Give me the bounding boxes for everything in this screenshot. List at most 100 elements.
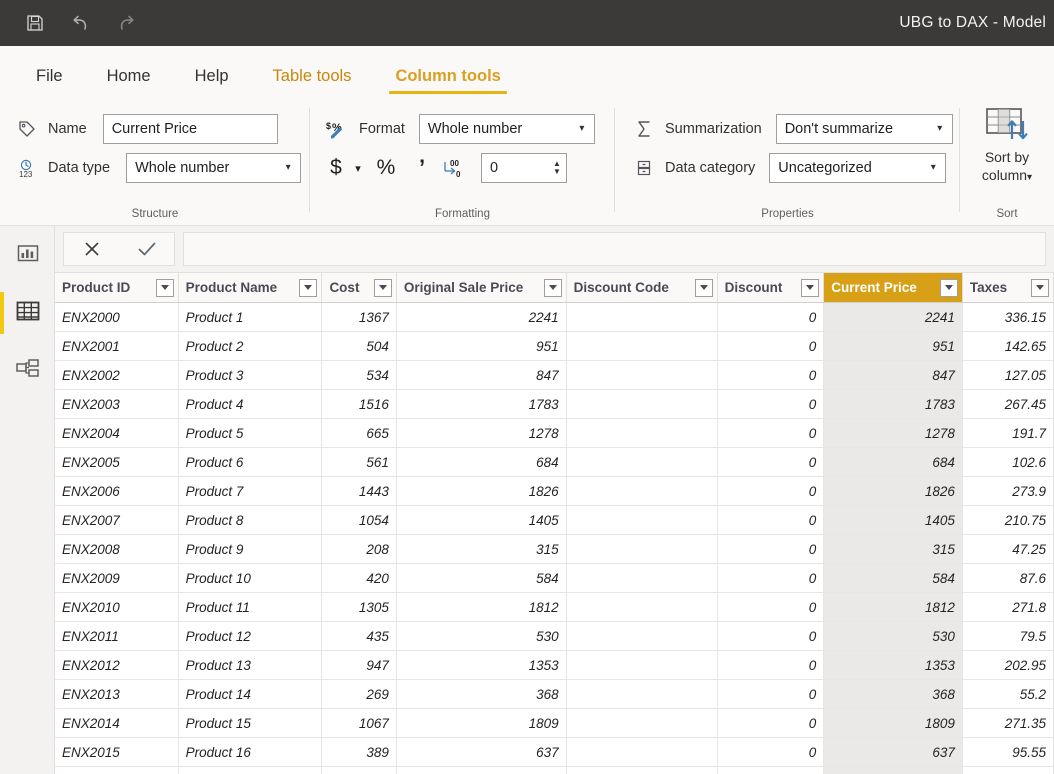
table-row[interactable]: ENX2006 Product 7 1443 1826 0 1826 273.9 (55, 476, 1054, 506)
column-header-discount-code[interactable]: Discount Code (566, 272, 718, 303)
table-cell[interactable]: 0 (717, 302, 825, 332)
filter-dropdown-icon[interactable] (694, 278, 713, 297)
table-cell[interactable]: 1443 (321, 476, 397, 506)
tab-table-tools[interactable]: Table tools (251, 67, 374, 98)
table-cell[interactable]: 95.55 (962, 737, 1054, 767)
table-cell[interactable]: ENX2005 (55, 447, 179, 477)
table-cell[interactable]: ENX2015 (55, 737, 179, 767)
filter-dropdown-icon[interactable] (801, 278, 820, 297)
decimal-places-input[interactable]: 0 ▲ ▼ (481, 153, 567, 183)
table-cell[interactable]: ENX2014 (55, 708, 179, 738)
table-cell[interactable] (566, 447, 718, 477)
table-cell[interactable]: 1367 (321, 302, 397, 332)
table-row[interactable]: ENX2007 Product 8 1054 1405 0 1405 210.75 (55, 505, 1054, 535)
table-cell[interactable] (717, 766, 825, 774)
table-cell[interactable] (566, 418, 718, 448)
table-cell[interactable]: ENX2000 (55, 302, 179, 332)
sidebar-item-report-view[interactable] (0, 226, 55, 284)
table-cell[interactable]: ENX2003 (55, 389, 179, 419)
table-row[interactable]: ENX2001 Product 2 504 951 0 951 142.65 (55, 331, 1054, 361)
table-row[interactable]: ENX2013 Product 14 269 368 0 368 55.2 (55, 679, 1054, 709)
table-cell[interactable]: 127.05 (962, 360, 1054, 390)
table-cell[interactable] (566, 476, 718, 506)
filter-dropdown-icon[interactable] (373, 278, 392, 297)
tab-home[interactable]: Home (85, 67, 173, 98)
table-cell[interactable]: 315 (396, 534, 567, 564)
table-cell[interactable]: 0 (717, 360, 825, 390)
table-cell[interactable]: 0 (717, 476, 825, 506)
table-cell[interactable] (566, 679, 718, 709)
summarization-select[interactable]: Don't summarize ▾ (775, 114, 953, 144)
table-cell[interactable]: 87.6 (962, 563, 1054, 593)
table-cell[interactable] (566, 389, 718, 419)
filter-dropdown-icon[interactable] (939, 278, 958, 297)
table-cell[interactable]: Product 5 (178, 418, 323, 448)
table-cell[interactable]: 530 (823, 621, 963, 651)
column-header-cost[interactable]: Cost (321, 272, 397, 303)
table-row[interactable]: ENX2002 Product 3 534 847 0 847 127.05 (55, 360, 1054, 390)
table-cell[interactable]: ENX2012 (55, 650, 179, 680)
table-cell[interactable]: 1353 (823, 650, 963, 680)
table-cell[interactable]: ENX2009 (55, 563, 179, 593)
table-cell[interactable]: Product 1 (178, 302, 323, 332)
formula-input[interactable] (183, 232, 1046, 266)
table-row[interactable]: ENX2012 Product 13 947 1353 0 1353 202.95 (55, 650, 1054, 680)
table-cell[interactable]: 0 (717, 505, 825, 535)
table-cell[interactable]: 1783 (396, 389, 567, 419)
tab-help[interactable]: Help (173, 67, 251, 98)
table-cell[interactable]: 1809 (396, 708, 567, 738)
table-cell[interactable]: 389 (321, 737, 397, 767)
table-cell[interactable] (566, 534, 718, 564)
table-row[interactable]: ENX2014 Product 15 1067 1809 0 1809 271.35 (55, 708, 1054, 738)
table-cell[interactable] (823, 766, 963, 774)
table-cell[interactable]: 665 (321, 418, 397, 448)
table-cell[interactable]: 847 (396, 360, 567, 390)
table-cell[interactable]: 0 (717, 389, 825, 419)
table-cell[interactable]: 368 (823, 679, 963, 709)
table-cell[interactable]: 2241 (823, 302, 963, 332)
table-cell[interactable]: 142.65 (962, 331, 1054, 361)
table-cell[interactable]: 202.95 (962, 650, 1054, 680)
tab-file[interactable]: File (14, 67, 85, 98)
decimal-places-stepper[interactable]: ▲ ▼ (550, 160, 564, 176)
table-cell[interactable]: 208 (321, 534, 397, 564)
table-cell[interactable]: 1067 (321, 708, 397, 738)
confirm-edit-icon[interactable] (127, 239, 167, 259)
table-cell[interactable]: 951 (823, 331, 963, 361)
table-cell[interactable]: 0 (717, 534, 825, 564)
table-cell[interactable]: 1516 (321, 389, 397, 419)
table-cell[interactable]: ENX2006 (55, 476, 179, 506)
table-row[interactable]: ENX2009 Product 10 420 584 0 584 87.6 (55, 563, 1054, 593)
table-cell[interactable]: 847 (823, 360, 963, 390)
table-cell[interactable] (566, 708, 718, 738)
table-cell[interactable]: 504 (321, 331, 397, 361)
filter-dropdown-icon[interactable] (299, 278, 318, 297)
table-cell[interactable]: ENX2008 (55, 534, 179, 564)
table-row[interactable]: ENX2011 Product 12 435 530 0 530 79.5 (55, 621, 1054, 651)
column-header-taxes[interactable]: Taxes (962, 272, 1054, 303)
format-select[interactable]: Whole number ▾ (418, 114, 595, 144)
table-cell[interactable]: 0 (717, 418, 825, 448)
table-cell[interactable]: Product 10 (178, 563, 323, 593)
table-row[interactable]: ENX2004 Product 5 665 1278 0 1278 191.7 (55, 418, 1054, 448)
table-cell[interactable]: Product 11 (178, 592, 323, 622)
table-cell[interactable]: 191.7 (962, 418, 1054, 448)
table-cell[interactable]: 637 (396, 737, 567, 767)
table-cell[interactable]: 534 (321, 360, 397, 390)
table-cell[interactable]: 267.45 (962, 389, 1054, 419)
table-cell[interactable]: 637 (823, 737, 963, 767)
table-cell[interactable]: 1353 (396, 650, 567, 680)
table-row[interactable]: ENX2003 Product 4 1516 1783 0 1783 267.45 (55, 389, 1054, 419)
table-cell[interactable]: Product 9 (178, 534, 323, 564)
table-cell[interactable]: 102.6 (962, 447, 1054, 477)
table-cell[interactable]: ENX2010 (55, 592, 179, 622)
table-cell[interactable]: 2241 (396, 302, 567, 332)
table-cell[interactable] (396, 766, 567, 774)
table-cell[interactable]: Product 6 (178, 447, 323, 477)
table-cell[interactable] (566, 766, 718, 774)
table-cell[interactable]: ENX2011 (55, 621, 179, 651)
table-cell[interactable]: 684 (823, 447, 963, 477)
stepper-down-icon[interactable]: ▼ (550, 168, 564, 176)
table-cell[interactable]: 210.75 (962, 505, 1054, 535)
table-cell[interactable]: 951 (396, 331, 567, 361)
